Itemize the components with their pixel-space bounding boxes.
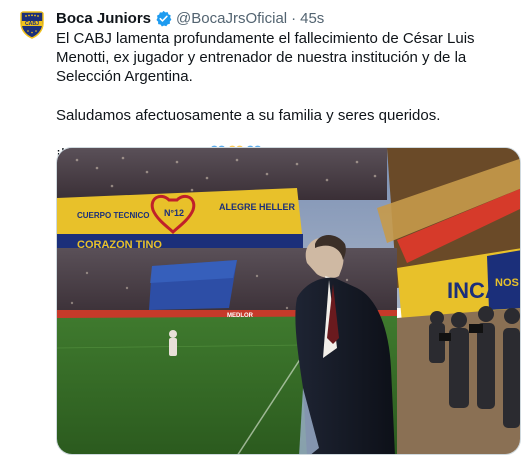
author-name[interactable]: Boca Juniors bbox=[56, 10, 151, 27]
tweet-text: El CABJ lamenta profundamente el falleci… bbox=[56, 29, 518, 163]
author-handle[interactable]: @BocaJrsOficial bbox=[176, 10, 287, 27]
stadium-photo: CUERPO TECNICO N°12 ALEGRE HELLER CORAZO… bbox=[57, 148, 520, 454]
tweet-paragraph: El CABJ lamenta profundamente el falleci… bbox=[56, 30, 475, 85]
avatar-crest-text: CABJ bbox=[25, 21, 39, 27]
tweet-photo[interactable]: CUERPO TECNICO N°12 ALEGRE HELLER CORAZO… bbox=[56, 147, 521, 455]
tweet-paragraph: Saludamos afectuosamente a su familia y … bbox=[56, 107, 441, 124]
banner-text: CUERPO TECNICO bbox=[77, 211, 149, 220]
verified-badge-icon bbox=[156, 10, 172, 26]
avatar[interactable]: CABJ bbox=[16, 8, 48, 40]
ad-board-right-2: NOS bbox=[495, 277, 519, 289]
timestamp[interactable]: 45s bbox=[300, 10, 324, 27]
tweet-card[interactable]: CABJ Boca Juniors @BocaJrsOficial · 45s … bbox=[0, 0, 529, 461]
banner-text-right: ALEGRE HELLER bbox=[219, 202, 296, 212]
boca-crest-icon: CABJ bbox=[20, 11, 44, 39]
tweet-header: Boca Juniors @BocaJrsOficial · 45s bbox=[56, 8, 519, 28]
banner-number: N°12 bbox=[164, 208, 184, 218]
separator-dot: · bbox=[291, 9, 297, 27]
